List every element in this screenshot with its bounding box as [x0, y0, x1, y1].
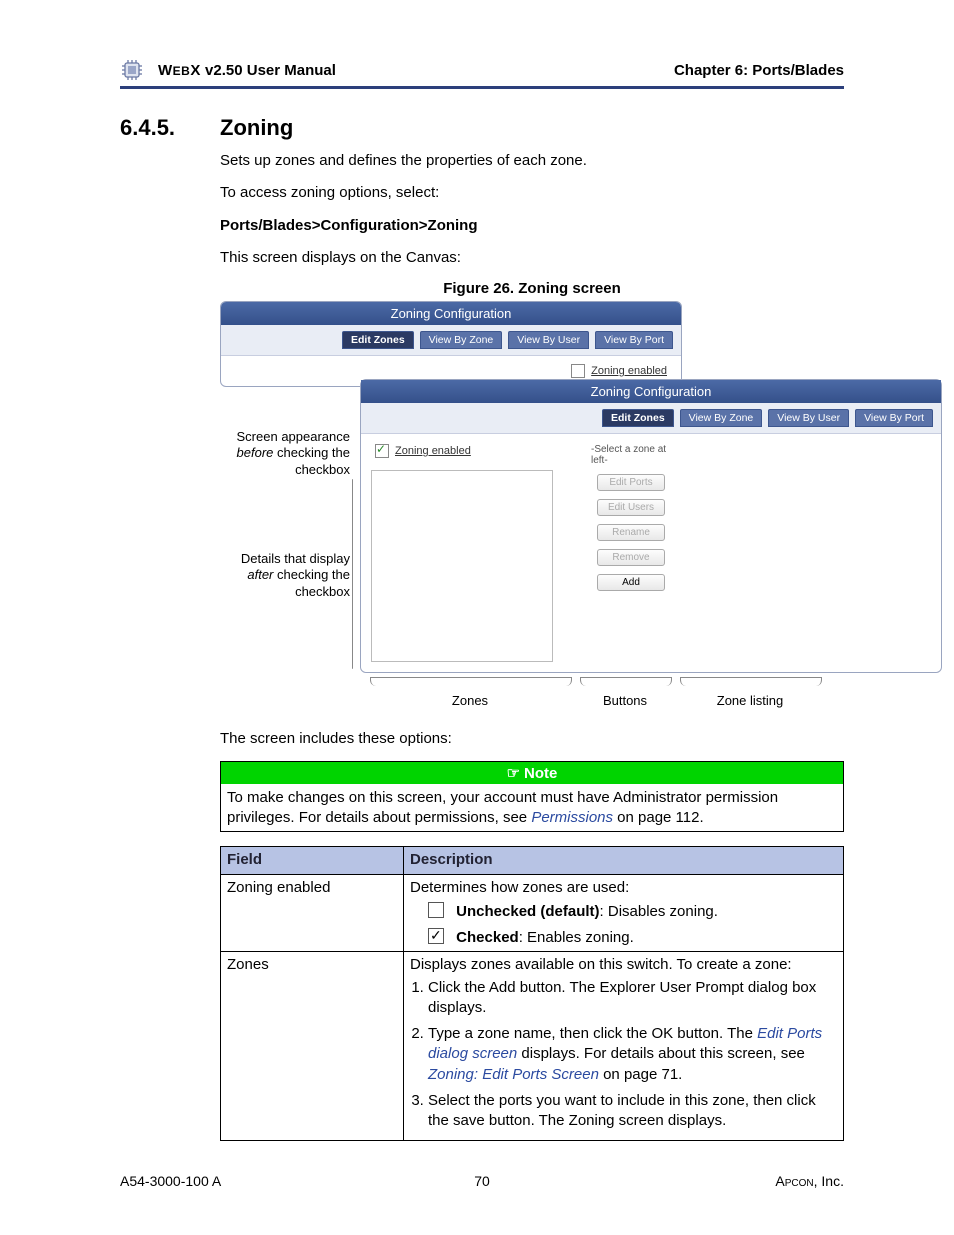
tab-edit-zones-2[interactable]: Edit Zones	[602, 409, 674, 427]
zone-listing-area	[671, 444, 931, 662]
annotation-before: Screen appearance before checking the ch…	[120, 429, 350, 478]
field-zoning-enabled: Zoning enabled	[221, 874, 404, 952]
panel-after-title: Zoning Configuration	[361, 380, 941, 403]
note-heading: ☞Note	[221, 762, 843, 784]
underbrace-listing-icon	[680, 677, 822, 686]
note-body: To make changes on this screen, your acc…	[221, 784, 843, 831]
figure-zoning-screen: Zoning Configuration Edit Zones View By …	[220, 301, 844, 721]
zoning-enabled-after[interactable]: Zoning enabled	[371, 444, 571, 462]
para-intro-3: This screen displays on the Canvas:	[220, 248, 844, 268]
section-heading: 6.4.5. Zoning	[120, 115, 844, 141]
checkbox-checked-inline-icon	[428, 928, 444, 944]
note-icon: ☞	[507, 765, 520, 782]
page-header: WEBX WebX v2.50 User Manualv2.50 User Ma…	[120, 58, 844, 89]
annotation-after: Details that display after checking the …	[120, 551, 350, 600]
col-description: Description	[404, 847, 844, 874]
add-button[interactable]: Add	[597, 574, 665, 591]
panel-after-tabs: Edit Zones View By Zone View By User Vie…	[361, 403, 941, 434]
panel-after: Zoning Configuration Edit Zones View By …	[360, 379, 942, 673]
edit-ports-button[interactable]: Edit Ports	[597, 474, 665, 491]
panel-before-tabs: Edit Zones View By Zone View By User Vie…	[221, 325, 681, 356]
note-box: ☞Note To make changes on this screen, yo…	[220, 761, 844, 832]
para-intro-1: Sets up zones and defines the properties…	[220, 151, 844, 171]
desc-zoning-enabled: Determines how zones are used: Unchecked…	[404, 874, 844, 952]
step-1: Click the Add button. The Explorer User …	[428, 978, 837, 1019]
underbrace-zones-icon	[370, 677, 572, 686]
select-zone-hint: -Select a zone at left-	[591, 444, 671, 466]
chip-icon	[120, 58, 144, 82]
tab-view-by-zone[interactable]: View By Zone	[420, 331, 503, 349]
tab-view-by-user-2[interactable]: View By User	[768, 409, 849, 427]
tab-view-by-port[interactable]: View By Port	[595, 331, 673, 349]
link-permissions[interactable]: Permissions	[531, 809, 613, 826]
desc-zones: Displays zones available on this switch.…	[404, 952, 844, 1141]
zoning-enabled-label: Zoning enabled	[591, 365, 667, 377]
edit-users-button[interactable]: Edit Users	[597, 499, 665, 516]
figure-caption: Figure 26. Zoning screen	[220, 280, 844, 297]
step-3: Select the ports you want to include in …	[428, 1091, 837, 1132]
zoning-enabled-label-2: Zoning enabled	[395, 445, 471, 457]
page-footer: A54-3000-100 A 70 Apcon, Inc.	[120, 1173, 844, 1189]
checkbox-unchecked-inline-icon	[428, 902, 444, 918]
checkbox-unchecked-icon[interactable]	[571, 364, 585, 378]
link-zoning-edit-ports-screen[interactable]: Zoning: Edit Ports Screen	[428, 1066, 599, 1083]
field-description-table: Field Description Zoning enabled Determi…	[220, 846, 844, 1141]
underbrace-buttons-icon	[580, 677, 672, 686]
header-chapter: Chapter 6: Ports/Blades	[674, 62, 844, 79]
brace-icon	[352, 479, 353, 669]
section-number: 6.4.5.	[120, 115, 220, 141]
table-row: Zoning enabled Determines how zones are …	[221, 874, 844, 952]
zones-listbox[interactable]	[371, 470, 553, 662]
section-title: Zoning	[220, 115, 293, 141]
table-row: Zones Displays zones available on this s…	[221, 952, 844, 1141]
rename-button[interactable]: Rename	[597, 524, 665, 541]
footer-pagenum: 70	[120, 1173, 844, 1189]
header-product: WEBX WebX v2.50 User Manualv2.50 User Ma…	[158, 62, 674, 79]
underlabel-listing: Zone listing	[680, 693, 820, 708]
para-intro-2: To access zoning options, select:	[220, 183, 844, 203]
panel-before: Zoning Configuration Edit Zones View By …	[220, 301, 682, 387]
underlabel-zones: Zones	[370, 693, 570, 708]
panel-before-title: Zoning Configuration	[221, 302, 681, 325]
field-zones: Zones	[221, 952, 404, 1141]
col-field: Field	[221, 847, 404, 874]
underlabel-buttons: Buttons	[580, 693, 670, 708]
button-column: -Select a zone at left- Edit Ports Edit …	[591, 444, 671, 662]
tab-view-by-user[interactable]: View By User	[508, 331, 589, 349]
remove-button[interactable]: Remove	[597, 549, 665, 566]
step-2: Type a zone name, then click the OK butt…	[428, 1024, 837, 1085]
tab-edit-zones[interactable]: Edit Zones	[342, 331, 414, 349]
breadcrumb-path: Ports/Blades>Configuration>Zoning	[220, 216, 844, 236]
checkbox-checked-icon[interactable]	[375, 444, 389, 458]
tab-view-by-zone-2[interactable]: View By Zone	[680, 409, 763, 427]
para-options-intro: The screen includes these options:	[220, 729, 844, 749]
tab-view-by-port-2[interactable]: View By Port	[855, 409, 933, 427]
